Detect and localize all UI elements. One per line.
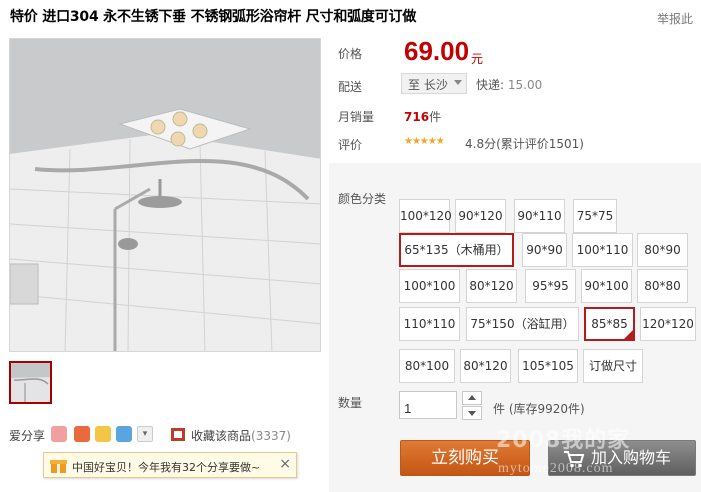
report-link[interactable]: 举报此 bbox=[657, 10, 693, 27]
sku-option[interactable]: 80*90 bbox=[637, 233, 688, 267]
share-label: 爱分享 bbox=[9, 429, 46, 443]
sku-option[interactable]: 80*120 bbox=[460, 349, 511, 383]
renren-share-icon[interactable] bbox=[51, 426, 67, 442]
product-title: 特价 进口304 永不生锈下垂 不锈钢弧形浴帘杆 尺寸和弧度可订做 bbox=[10, 9, 417, 25]
favorite-count: (3337) bbox=[251, 429, 291, 443]
favorite-label: 收藏该商品 bbox=[191, 429, 252, 443]
close-icon[interactable]: × bbox=[279, 456, 291, 472]
price-value: 69.00 bbox=[404, 36, 470, 66]
price-unit: 元 bbox=[471, 52, 484, 66]
sku-option[interactable]: 80*120 bbox=[466, 269, 517, 303]
rating-stars-icon: ★★★★★ bbox=[404, 136, 445, 147]
sku-option[interactable]: 80*100 bbox=[399, 349, 455, 383]
price-label: 价格 bbox=[338, 47, 363, 61]
sales-unit: 件 bbox=[429, 110, 442, 124]
sku-option[interactable]: 90*100 bbox=[581, 269, 632, 303]
chevron-down-icon bbox=[454, 80, 462, 85]
sku-option[interactable]: 100*100 bbox=[399, 269, 460, 303]
sales-label: 月销量 bbox=[338, 110, 375, 124]
tencent-share-icon[interactable] bbox=[116, 426, 132, 442]
favorite-icon[interactable] bbox=[170, 426, 186, 442]
cart-icon bbox=[564, 451, 585, 468]
sku-option[interactable]: 80*80 bbox=[637, 269, 688, 303]
promo-banner: 中国好宝贝！今年我有32个分享要做~ × bbox=[43, 452, 297, 478]
promo-text: 中国好宝贝！今年我有32个分享要做~ bbox=[72, 461, 261, 474]
rating-score[interactable]: 4.8分(累计评价1501) bbox=[465, 135, 584, 152]
sku-option[interactable]: 90*110 bbox=[514, 199, 565, 233]
quantity-increase-button[interactable] bbox=[462, 391, 482, 405]
thumbnail-photo bbox=[11, 363, 50, 402]
express-fee: 15.00 bbox=[507, 78, 543, 92]
product-main-image[interactable] bbox=[9, 38, 321, 352]
sales-count: 716 bbox=[404, 110, 430, 124]
sku-option[interactable]: 75*75 bbox=[573, 199, 617, 233]
buy-now-button[interactable]: 立刻购买 bbox=[400, 440, 530, 476]
sku-option[interactable]: 110*110 bbox=[399, 307, 460, 341]
quantity-decrease-button[interactable] bbox=[462, 406, 482, 420]
stock-info: 件 (库存9920件) bbox=[493, 402, 585, 416]
monthly-sales: 716件 bbox=[404, 108, 441, 125]
sku-option[interactable]: 95*95 bbox=[525, 269, 576, 303]
sku-option[interactable]: 90*90 bbox=[522, 233, 567, 267]
selected-check-icon bbox=[623, 329, 634, 340]
qzone-share-icon[interactable] bbox=[95, 426, 111, 442]
more-share-chevron-icon[interactable]: ▾ bbox=[137, 426, 153, 442]
sku-option[interactable]: 65*135（木桶用） bbox=[399, 233, 514, 267]
sku-option[interactable]: 75*150（浴缸用） bbox=[466, 307, 579, 341]
weibo-share-icon[interactable] bbox=[74, 426, 90, 442]
gift-icon bbox=[50, 460, 67, 473]
express-info: 快递: 15.00 bbox=[476, 76, 542, 93]
shipping-destination: 至 长沙 bbox=[408, 78, 448, 92]
sku-option[interactable]: 85*85 bbox=[584, 307, 635, 341]
thumbnail-1[interactable] bbox=[9, 361, 52, 404]
sku-option[interactable]: 100*110 bbox=[572, 233, 633, 267]
sku-label: 颜色分类 bbox=[338, 192, 387, 206]
favorite-link[interactable]: 收藏该商品(3337) bbox=[191, 427, 291, 444]
express-label: 快递: bbox=[476, 78, 505, 92]
rating-label: 评价 bbox=[338, 138, 363, 152]
shipping-destination-select[interactable]: 至 长沙 bbox=[401, 73, 467, 94]
sku-option[interactable]: 订做尺寸 bbox=[583, 349, 643, 383]
add-to-cart-label: 加入购物车 bbox=[591, 448, 672, 467]
sku-option[interactable]: 105*105 bbox=[518, 349, 578, 383]
shipping-label: 配送 bbox=[338, 80, 363, 94]
quantity-label: 数量 bbox=[338, 396, 363, 410]
product-photo bbox=[10, 39, 320, 351]
share-row: 爱分享 ▾ 收藏该商品(3337) bbox=[9, 424, 329, 444]
sku-option[interactable]: 100*120 bbox=[399, 199, 452, 233]
quantity-input[interactable] bbox=[399, 391, 457, 419]
sku-option[interactable]: 120*120 bbox=[640, 307, 696, 341]
add-to-cart-button[interactable]: 加入购物车 bbox=[548, 440, 696, 476]
sku-option[interactable]: 90*120 bbox=[455, 199, 506, 233]
